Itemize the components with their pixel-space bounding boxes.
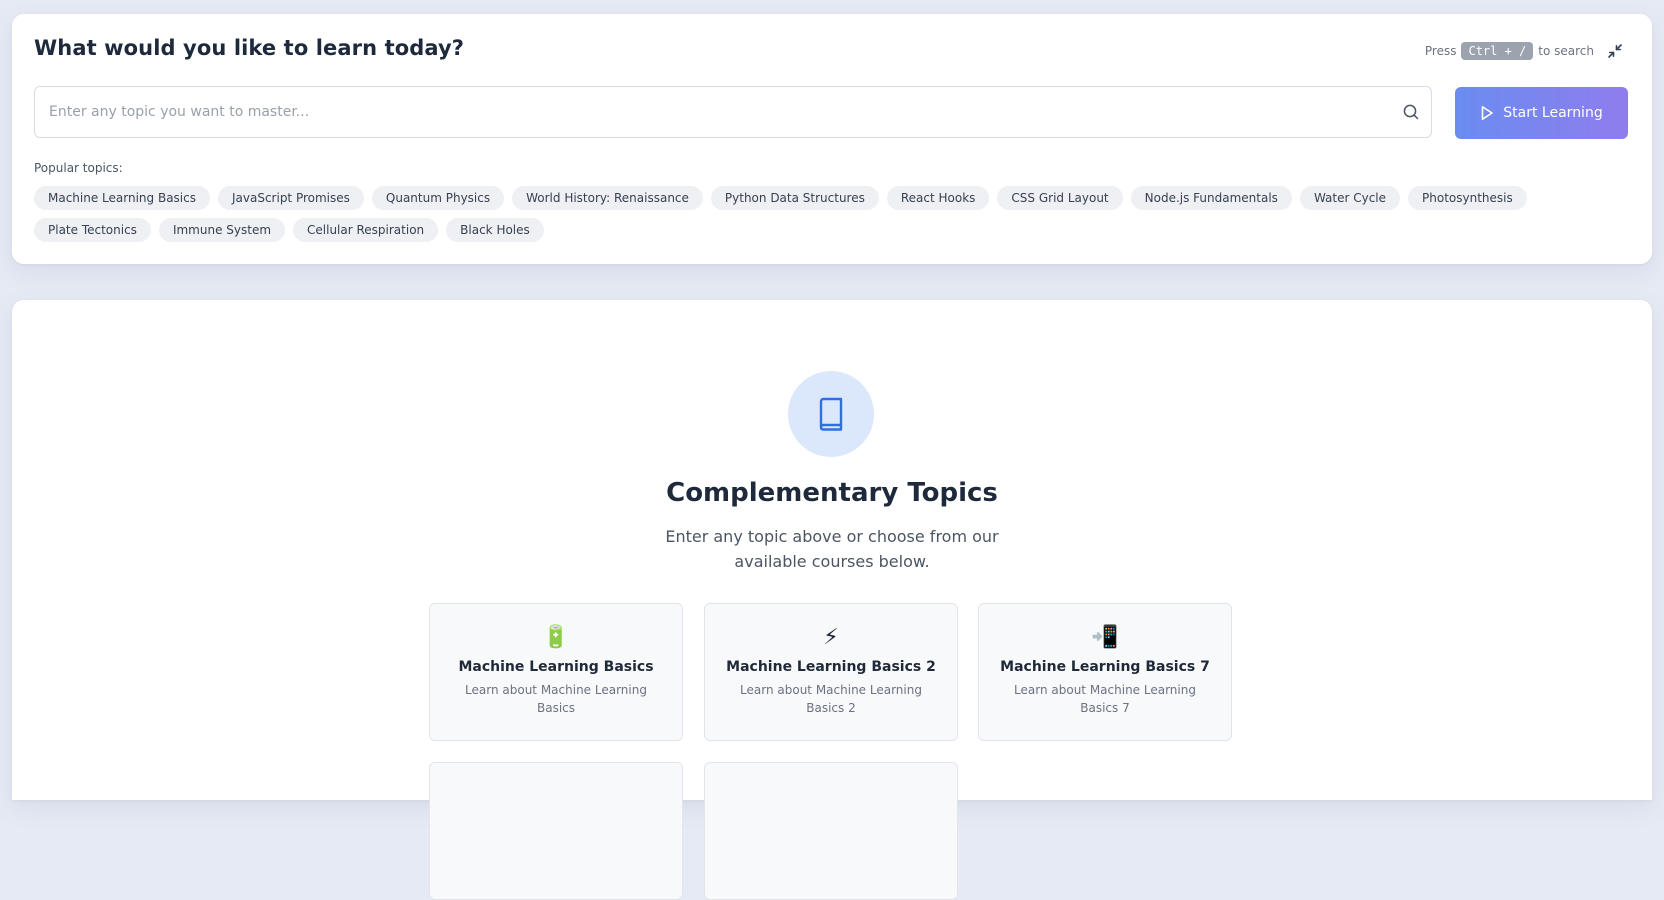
topic-chip[interactable]: JavaScript Promises [217, 186, 364, 210]
collapse-button[interactable] [1604, 40, 1626, 62]
course-card[interactable]: ⚡ Machine Learning Basics 2 Learn about … [704, 603, 958, 741]
topic-chip[interactable]: React Hooks [886, 186, 990, 210]
section-title: Complementary Topics [666, 478, 998, 508]
course-description: Learn about Machine Learning Basics 2 [740, 683, 922, 715]
search-input[interactable] [35, 87, 1431, 137]
topic-chip[interactable]: Immune System [158, 218, 286, 242]
collapse-icon [1608, 44, 1622, 58]
start-learning-button[interactable]: Start Learning [1455, 87, 1628, 139]
play-icon [1481, 106, 1494, 120]
start-learning-label: Start Learning [1503, 105, 1603, 121]
page-title: What would you like to learn today? [34, 36, 465, 60]
popular-topics-label: Popular topics: [34, 161, 123, 175]
topic-chip[interactable]: Plate Tectonics [34, 218, 151, 242]
search-icon[interactable] [1401, 102, 1421, 122]
shortcut-hint: Press Ctrl + / to search [1425, 42, 1594, 60]
topic-chip[interactable]: Quantum Physics [371, 186, 505, 210]
topic-chip[interactable]: Machine Learning Basics [34, 186, 210, 210]
search-box [34, 86, 1432, 138]
topic-chip[interactable]: Cellular Respiration [293, 218, 439, 242]
phone-arrow-icon: 📲 [1091, 625, 1119, 650]
course-card-partial[interactable] [704, 762, 958, 900]
course-card[interactable]: 🔋 Machine Learning Basics Learn about Ma… [429, 603, 683, 741]
topic-chip[interactable]: Node.js Fundamentals [1130, 186, 1292, 210]
shortcut-key: Ctrl + / [1461, 42, 1534, 60]
course-card-partial[interactable] [429, 762, 683, 900]
course-title: Machine Learning Basics [458, 659, 654, 675]
course-title: Machine Learning Basics 2 [726, 659, 936, 675]
book-icon [819, 397, 843, 431]
battery-icon: 🔋 [542, 625, 570, 650]
topic-chip[interactable]: Python Data Structures [710, 186, 879, 210]
hero-icon-circle [788, 371, 874, 457]
shortcut-prefix: Press [1424, 44, 1457, 58]
search-panel: What would you like to learn today? Pres… [12, 14, 1652, 264]
course-card[interactable]: 📲 Machine Learning Basics 7 Learn about … [978, 603, 1232, 741]
topic-chip[interactable]: Water Cycle [1299, 186, 1401, 210]
popular-topics-list: Machine Learning Basics JavaScript Promi… [34, 186, 1634, 242]
section-subtitle: Enter any topic above or choose from our… [665, 527, 999, 571]
course-title: Machine Learning Basics 7 [1000, 659, 1210, 675]
lightning-icon: ⚡ [823, 625, 839, 650]
main-panel: Complementary Topics Enter any topic abo… [12, 300, 1652, 900]
topic-chip[interactable]: Black Holes [446, 218, 544, 242]
course-description: Learn about Machine Learning Basics [465, 683, 647, 715]
topic-chip[interactable]: Photosynthesis [1408, 186, 1527, 210]
topic-chip[interactable]: World History: Renaissance [512, 186, 703, 210]
topic-chip[interactable]: CSS Grid Layout [997, 186, 1123, 210]
course-description: Learn about Machine Learning Basics 7 [1014, 683, 1196, 715]
shortcut-suffix: to search [1538, 44, 1594, 58]
